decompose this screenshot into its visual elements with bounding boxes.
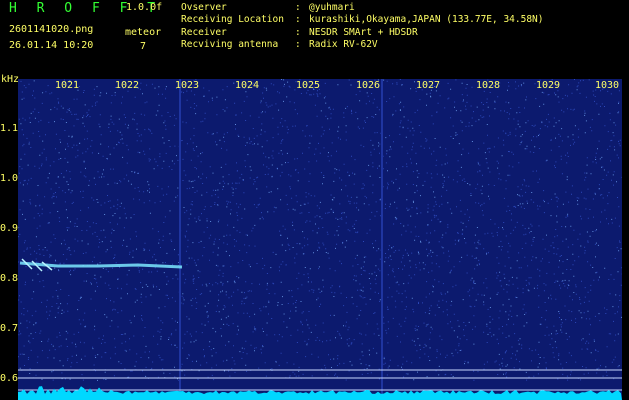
y-tick-label: 0.9	[0, 223, 19, 234]
y-tick-label: 0.6	[0, 373, 19, 384]
x-tick-label: 1029	[536, 80, 561, 91]
y-tick-label: 0.8	[0, 273, 19, 284]
x-tick-label: 1025	[296, 80, 321, 91]
info-key: Receiving Location	[181, 14, 284, 26]
spectrogram-canvas	[18, 79, 622, 400]
baseline-signal	[18, 386, 622, 400]
meteor-label: meteor	[125, 27, 162, 38]
x-tick-label: 1028	[476, 80, 501, 91]
info-key: Ovserver	[181, 2, 227, 13]
y-axis-unit: kHz	[1, 74, 20, 85]
info-row-location: Receiving Location: kurashiki,Okayama,JAP…	[181, 14, 544, 26]
info-row-receiver: Receiver: NESDR SMArt + HDSDR	[181, 26, 418, 38]
y-tick-label: 1.1	[0, 123, 19, 134]
y-tick-label: 1.0	[0, 173, 19, 184]
x-tick-label: 1027	[416, 80, 441, 91]
x-tick-label: 1024	[235, 80, 260, 91]
image-filename: 2601141020.png	[9, 24, 94, 35]
x-tick-label: 1026	[356, 80, 381, 91]
noise-highlights	[19, 79, 622, 381]
info-value: kurashiki,Okayama,JAPAN (133.77E, 34.58N…	[309, 14, 544, 26]
meteor-count: 7	[140, 41, 147, 52]
x-tick-label: 1021	[55, 80, 80, 91]
x-tick-label: 1023	[175, 80, 200, 91]
x-tick-label: 1022	[115, 80, 140, 91]
info-key: Recviving antenna	[181, 39, 279, 51]
x-tick-label: 1030	[595, 80, 620, 91]
info-key: Receiver	[181, 26, 227, 38]
app-version: 1.0.0f	[126, 2, 163, 13]
info-value: NESDR SMArt + HDSDR	[309, 26, 418, 38]
station-info: Ovserver: @yuhmari Receiving Location: kur…	[181, 2, 544, 52]
capture-datetime: 26.01.14 10:20	[9, 40, 94, 51]
info-value: Radix RV-62V	[309, 39, 378, 51]
y-tick-label: 0.7	[0, 323, 19, 334]
info-value: @yuhmari	[309, 2, 355, 13]
header-panel: H R O F F T 1.0.0f 2601141020.png 26.01.…	[0, 0, 629, 76]
info-row-observer: Ovserver: @yuhmari	[181, 2, 355, 13]
info-row-antenna: Recviving antenna: Radix RV-62V	[181, 39, 378, 51]
spectrogram	[18, 79, 622, 400]
